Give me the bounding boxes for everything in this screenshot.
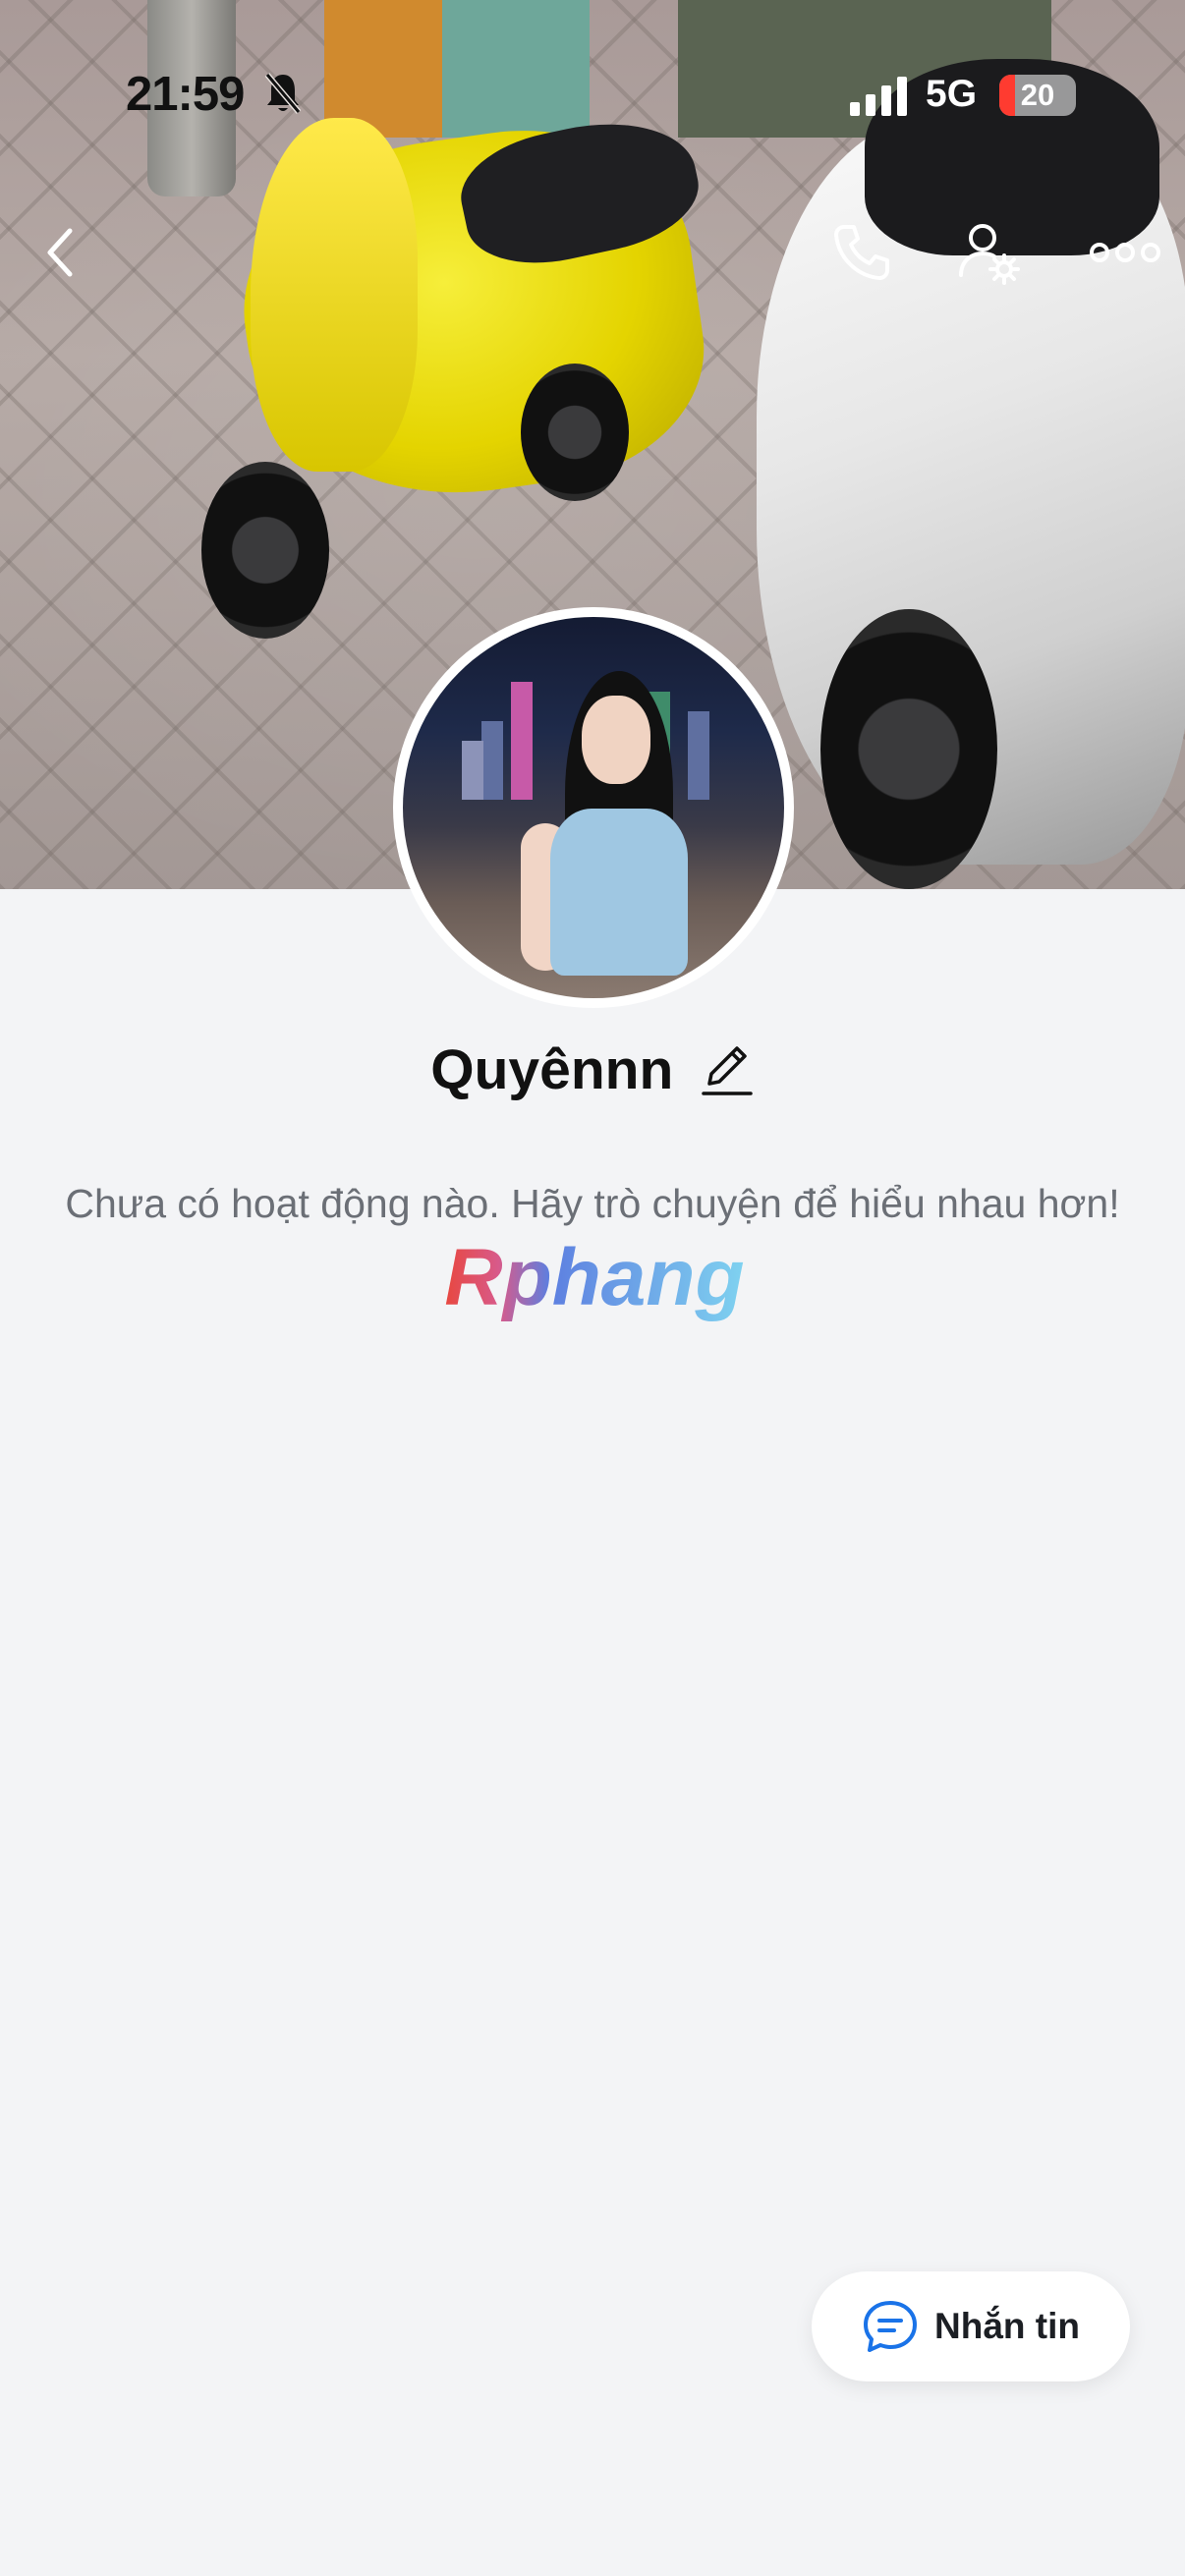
more-button[interactable] bbox=[1081, 216, 1169, 289]
avatar-photo bbox=[403, 617, 784, 998]
yellow-scooter-wheel bbox=[201, 462, 329, 639]
chat-bubble-icon bbox=[864, 2301, 917, 2352]
chevron-left-icon bbox=[47, 228, 73, 277]
profile-name-row: Quyênnn bbox=[0, 1037, 1185, 1102]
status-time: 21:59 bbox=[126, 68, 245, 121]
white-scooter-wheel bbox=[820, 609, 997, 889]
pencil-icon[interactable] bbox=[700, 1040, 755, 1099]
empty-activity-message: Chưa có hoạt động nào. Hãy trò chuyện để… bbox=[65, 1181, 1120, 1226]
cellular-signal-icon bbox=[850, 77, 907, 116]
watermark-logo: Rphang bbox=[444, 1236, 744, 1322]
profile-name: Quyênnn bbox=[430, 1038, 674, 1101]
wall-fence bbox=[442, 0, 590, 138]
yellow-scooter-front bbox=[251, 118, 418, 472]
bell-slash-icon bbox=[264, 73, 302, 114]
send-message-button[interactable]: Nhắn tin bbox=[812, 2271, 1130, 2381]
avatar[interactable] bbox=[393, 607, 794, 1008]
avatar-person-face bbox=[582, 696, 650, 784]
network-type: 5G bbox=[926, 73, 978, 115]
avatar-bg-building bbox=[481, 721, 503, 801]
avatar-bg-building bbox=[462, 741, 483, 801]
phone-icon bbox=[834, 225, 889, 280]
avatar-bg-building bbox=[688, 711, 709, 801]
send-message-label: Nhắn tin bbox=[934, 2306, 1080, 2346]
yellow-scooter-rear-wheel bbox=[521, 364, 629, 501]
battery-indicator: 20 bbox=[999, 75, 1076, 116]
call-button[interactable] bbox=[825, 216, 898, 289]
more-horizontal-icon bbox=[1090, 243, 1160, 262]
avatar-person-top bbox=[550, 809, 688, 976]
battery-percent: 20 bbox=[1020, 78, 1055, 112]
profile-settings-button[interactable] bbox=[953, 216, 1026, 289]
watermark-text: Rphang bbox=[444, 1236, 744, 1322]
wall-poster bbox=[324, 0, 442, 138]
avatar-bg-building bbox=[511, 682, 533, 801]
back-button[interactable] bbox=[24, 216, 96, 289]
user-gear-icon bbox=[959, 224, 1020, 285]
